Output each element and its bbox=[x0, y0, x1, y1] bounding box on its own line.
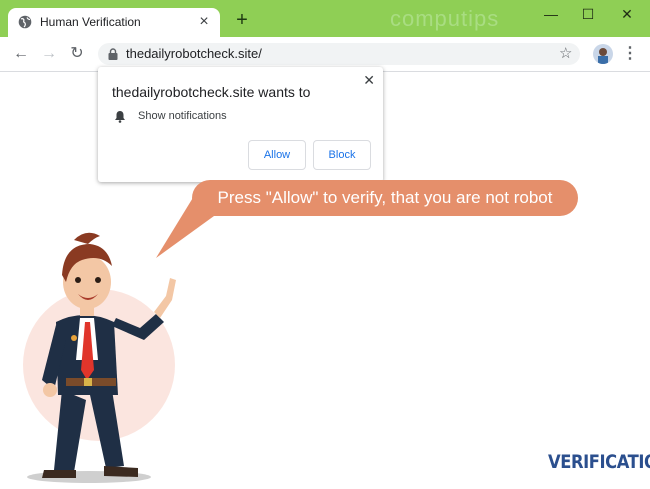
bookmark-star-icon[interactable]: ☆ bbox=[559, 44, 572, 62]
verification-brand-logo: VERIFICATION bbox=[548, 451, 650, 473]
notification-permission-popup: thedailyrobotcheck.site wants to ✕ Show … bbox=[98, 67, 383, 182]
address-bar[interactable]: thedailyrobotcheck.site/ ☆ bbox=[98, 43, 580, 65]
new-tab-icon[interactable]: + bbox=[232, 10, 252, 30]
close-icon[interactable]: ✕ bbox=[617, 6, 637, 22]
popup-close-icon[interactable]: ✕ bbox=[363, 72, 375, 89]
close-tab-icon[interactable]: × bbox=[196, 14, 212, 30]
forward-icon[interactable]: → bbox=[40, 45, 58, 63]
back-icon[interactable]: ← bbox=[12, 45, 30, 63]
permission-text: Show notifications bbox=[138, 110, 227, 122]
title-bar: Human Verification × + computips — ☐ ✕ bbox=[0, 0, 650, 37]
menu-icon[interactable]: ⋮ bbox=[622, 45, 638, 63]
block-button[interactable]: Block bbox=[313, 140, 371, 170]
watermark: computips bbox=[390, 6, 500, 31]
profile-icon bbox=[598, 48, 608, 64]
tab-title: Human Verification bbox=[40, 15, 141, 29]
bell-icon bbox=[115, 111, 125, 123]
pointing-man-illustration bbox=[23, 232, 176, 483]
tab-human-verification[interactable]: Human Verification × bbox=[8, 8, 220, 37]
maximize-icon[interactable]: ☐ bbox=[578, 6, 598, 22]
speech-bubble: Press "Allow" to verify, that you are no… bbox=[192, 180, 578, 216]
profile-avatar[interactable] bbox=[593, 44, 613, 64]
globe-icon bbox=[18, 15, 32, 29]
popup-title: thedailyrobotcheck.site wants to bbox=[112, 84, 311, 100]
minimize-icon[interactable]: — bbox=[541, 6, 561, 22]
reload-icon[interactable]: ↻ bbox=[68, 45, 86, 63]
speech-bubble-text: Press "Allow" to verify, that you are no… bbox=[217, 188, 553, 207]
url-text[interactable]: thedailyrobotcheck.site/ bbox=[126, 46, 262, 61]
allow-button[interactable]: Allow bbox=[248, 140, 306, 170]
lock-icon[interactable] bbox=[107, 48, 119, 60]
